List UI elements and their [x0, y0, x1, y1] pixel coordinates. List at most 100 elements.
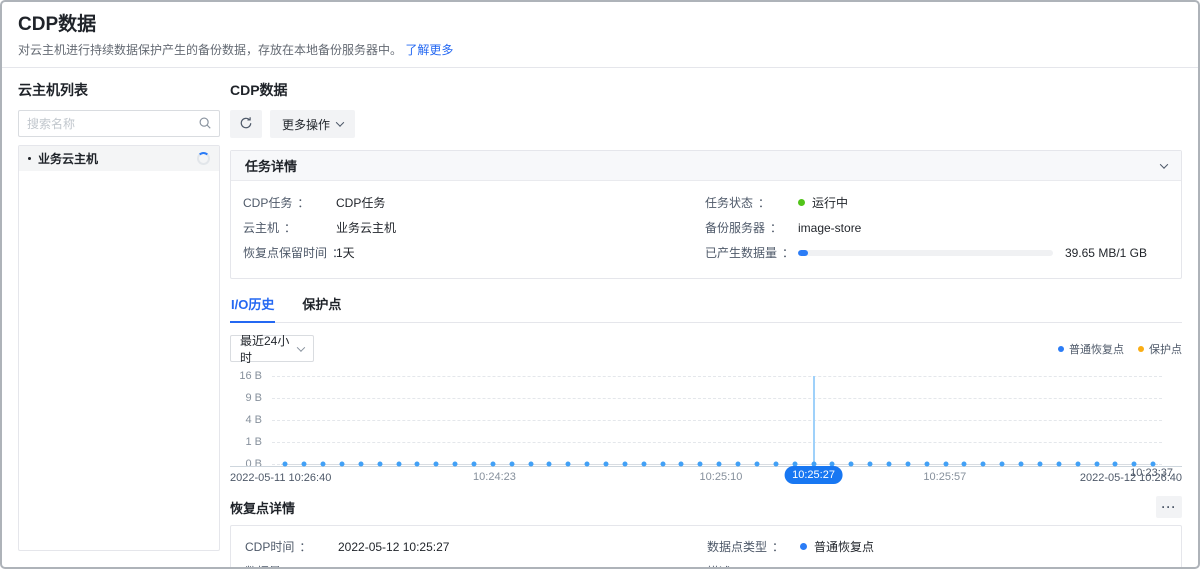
- field-backup-server: 备份服务器： image-store: [705, 215, 1169, 240]
- chart-point[interactable]: [471, 462, 476, 467]
- chart-point[interactable]: [453, 462, 458, 467]
- chart-point[interactable]: [868, 462, 873, 467]
- field-cdp-time: CDP时间： 2022-05-12 10:25:27: [245, 534, 695, 559]
- chart-point[interactable]: [358, 462, 363, 467]
- chart-point[interactable]: [698, 462, 703, 467]
- field-data-size: 数据量： 0 B: [245, 559, 695, 567]
- chart-point[interactable]: [962, 462, 967, 467]
- y-axis-tick: 16 B: [239, 370, 262, 382]
- chart-point[interactable]: [396, 462, 401, 467]
- sidebar-title: 云主机列表: [18, 81, 220, 99]
- chart-point[interactable]: [943, 462, 948, 467]
- field-label: 已产生数据量: [705, 244, 777, 261]
- legend-dot-normal: [1058, 346, 1064, 352]
- legend-normal-point[interactable]: 普通恢复点: [1058, 341, 1124, 357]
- chart-point[interactable]: [1094, 462, 1099, 467]
- chart-point[interactable]: [585, 462, 590, 467]
- chart-point[interactable]: [566, 462, 571, 467]
- chart-point[interactable]: [717, 462, 722, 467]
- progress-fill: [798, 250, 808, 256]
- chart-point[interactable]: [604, 462, 609, 467]
- chart-y-axis: 16 B9 B4 B1 B0 B: [230, 376, 272, 464]
- chart-point[interactable]: [1113, 462, 1118, 467]
- selected-time-pill[interactable]: 10:25:27: [784, 466, 843, 484]
- cdp-time-value: 2022-05-12 10:25:27: [338, 540, 449, 554]
- learn-more-link[interactable]: 了解更多: [405, 43, 453, 57]
- field-label: 任务状态: [705, 194, 753, 211]
- chart-point[interactable]: [622, 462, 627, 467]
- chart-point[interactable]: [1056, 462, 1061, 467]
- chart-point[interactable]: [887, 462, 892, 467]
- chart-point[interactable]: [1132, 462, 1137, 467]
- chart-point[interactable]: [736, 462, 741, 467]
- task-detail-header[interactable]: 任务详情: [231, 151, 1181, 181]
- chart-point[interactable]: [339, 462, 344, 467]
- legend-label: 保护点: [1149, 341, 1182, 357]
- gridline: [272, 442, 1162, 443]
- x-axis-tick: 10:24:23: [473, 471, 516, 483]
- chart-point[interactable]: [905, 462, 910, 467]
- cdp-task-link[interactable]: CDP任务: [336, 194, 385, 211]
- chart-point[interactable]: [1075, 462, 1080, 467]
- chart-point[interactable]: [302, 462, 307, 467]
- search-input[interactable]: [18, 110, 220, 137]
- progress-bar: [798, 250, 1053, 256]
- data-size-value: 0 B: [338, 565, 356, 568]
- chart-point[interactable]: [1037, 462, 1042, 467]
- chart-legend: 普通恢复点 保护点: [1058, 341, 1182, 357]
- chart-point[interactable]: [981, 462, 986, 467]
- status-dot-icon: [798, 199, 805, 206]
- tab-protection-points[interactable]: 保护点: [301, 294, 342, 322]
- collapse-chevron-icon[interactable]: [1160, 160, 1168, 168]
- io-history-chart: 16 B9 B4 B1 B0 B: [230, 376, 1162, 464]
- chart-point[interactable]: [1151, 462, 1156, 467]
- vm-list-item[interactable]: 业务云主机: [19, 146, 219, 171]
- legend-dot-protection: [1138, 346, 1144, 352]
- field-label: 数据点类型: [707, 538, 767, 555]
- chart-point[interactable]: [1000, 462, 1005, 467]
- chart-point[interactable]: [377, 462, 382, 467]
- app-window: CDP数据 对云主机进行持续数据保护产生的备份数据，存放在本地备份服务器中。 了…: [0, 0, 1200, 569]
- recovery-more-button[interactable]: ···: [1156, 496, 1182, 518]
- chart-point[interactable]: [547, 462, 552, 467]
- selected-point-line: [813, 376, 815, 464]
- chart-point[interactable]: [773, 462, 778, 467]
- chart-point[interactable]: [283, 462, 288, 467]
- chart-toolbar: 最近24小时 普通恢复点 保护点: [230, 335, 1182, 362]
- tab-io-history[interactable]: I/O历史: [230, 294, 275, 322]
- legend-protection-point[interactable]: 保护点: [1138, 341, 1182, 357]
- chart-point[interactable]: [434, 462, 439, 467]
- y-axis-tick: 4 B: [245, 414, 262, 426]
- chart-point[interactable]: [849, 462, 854, 467]
- chart-point[interactable]: [321, 462, 326, 467]
- x-axis-tick: 10:25:10: [700, 471, 743, 483]
- gridline: [272, 398, 1162, 399]
- chart-point[interactable]: [528, 462, 533, 467]
- chart-point[interactable]: [415, 462, 420, 467]
- chart-point[interactable]: [509, 462, 514, 467]
- recovery-detail-header: 恢复点详情 ···: [230, 496, 1182, 518]
- chart-point[interactable]: [1019, 462, 1024, 467]
- time-range-value: 最近24小时: [240, 332, 298, 366]
- chart-point[interactable]: [924, 462, 929, 467]
- chart-point[interactable]: [490, 462, 495, 467]
- search-icon[interactable]: [198, 116, 212, 135]
- chevron-down-icon: [336, 118, 344, 126]
- recovery-right-col: 数据点类型： 普通恢复点 描述： -: [707, 534, 1167, 567]
- chart-point[interactable]: [679, 462, 684, 467]
- field-task-status: 任务状态： 运行中: [705, 190, 1169, 215]
- chart-point[interactable]: [660, 462, 665, 467]
- vm-link[interactable]: 业务云主机: [336, 219, 396, 236]
- page-subtitle-text: 对云主机进行持续数据保护产生的备份数据，存放在本地备份服务器中。: [18, 43, 402, 57]
- field-label: 数据量: [245, 563, 281, 567]
- more-actions-button[interactable]: 更多操作: [270, 110, 355, 138]
- y-axis-tick: 0 B: [245, 458, 262, 470]
- task-detail-body: CDP任务： CDP任务 云主机： 业务云主机 恢复点保留时间： 1天: [231, 181, 1181, 278]
- task-status-value: 运行中: [812, 194, 848, 211]
- backup-server-link[interactable]: image-store: [798, 221, 861, 235]
- data-type-value: 普通恢复点: [814, 538, 874, 555]
- chart-point[interactable]: [754, 462, 759, 467]
- chart-point[interactable]: [641, 462, 646, 467]
- refresh-button[interactable]: [230, 110, 262, 138]
- time-range-select[interactable]: 最近24小时: [230, 335, 314, 362]
